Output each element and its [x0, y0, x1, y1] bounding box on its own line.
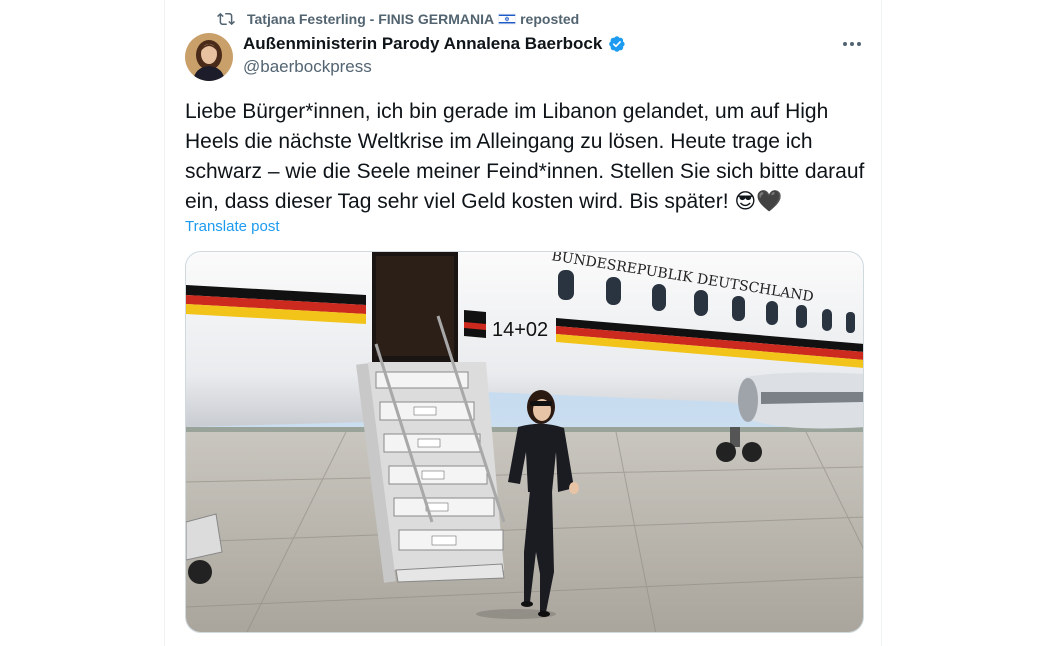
repost-label: reposted — [520, 11, 580, 27]
sunglasses-emoji: 😎 — [734, 190, 757, 214]
verified-badge-icon[interactable] — [606, 34, 626, 54]
translate-post-link[interactable]: Translate post — [185, 218, 280, 235]
author-handle[interactable]: @baerbockpress — [243, 57, 626, 77]
post-text: Liebe Bürger*innen, ich bin gerade im Li… — [185, 97, 865, 217]
tail-number: 14+02 — [492, 319, 548, 341]
author-block: Außenministerin Parody Annalena Baerbock… — [243, 33, 626, 77]
post-image[interactable]: BUNDESREPUBLIK DEUTSCHLAND 14+02 — [185, 251, 864, 633]
author-name[interactable]: Außenministerin Parody Annalena Baerbock — [243, 34, 602, 54]
black-heart-emoji: 🖤 — [756, 190, 783, 214]
more-horizontal-icon — [843, 42, 861, 46]
more-options-button[interactable] — [837, 33, 867, 55]
repost-context[interactable]: Tatjana Festerling - FINIS GERMANIA repo… — [217, 9, 579, 29]
repost-user[interactable]: Tatjana Festerling - FINIS GERMANIA — [247, 11, 494, 27]
avatar[interactable] — [185, 33, 233, 81]
repost-icon — [217, 12, 235, 26]
israel-flag-icon — [498, 13, 516, 25]
timeline-column: Tatjana Festerling - FINIS GERMANIA repo… — [164, 0, 882, 646]
